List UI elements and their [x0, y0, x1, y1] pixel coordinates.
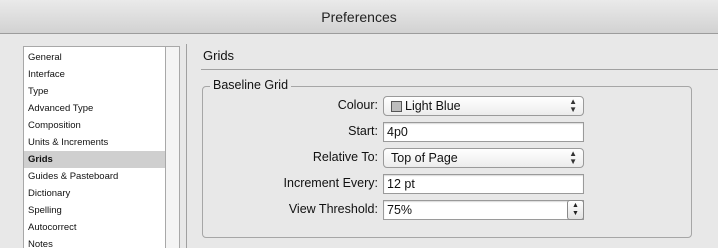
window-title: Preferences [321, 8, 397, 25]
relative-to-select[interactable]: Top of Page ▲ ▼ [383, 148, 584, 168]
start-field[interactable]: 4p0 [383, 122, 584, 142]
chevron-up-icon: ▲ [572, 202, 579, 209]
chevron-down-icon: ▼ [572, 210, 579, 217]
sidebar-item-general[interactable]: General [24, 49, 165, 66]
chevron-updown-icon: ▲ ▼ [569, 97, 577, 114]
view-threshold-label: View Threshold: [288, 202, 378, 216]
increment-every-label: Increment Every: [283, 176, 378, 190]
sidebar-item-dictionary[interactable]: Dictionary [24, 185, 165, 202]
section-title: Grids [203, 48, 235, 63]
sidebar-scrollbar[interactable] [166, 46, 180, 248]
colour-value: Light Blue [405, 99, 461, 113]
sidebar-item-notes[interactable]: Notes [24, 236, 165, 248]
start-label: Start: [348, 124, 378, 138]
view-threshold-field[interactable]: 75% [383, 200, 584, 220]
relative-to-value: Top of Page [391, 151, 458, 165]
sidebar-item-grids[interactable]: Grids [24, 151, 165, 168]
view-threshold-stepper[interactable]: ▲ ▼ [567, 200, 584, 220]
section-divider [201, 69, 718, 70]
sidebar-item-advanced-type[interactable]: Advanced Type [24, 100, 165, 117]
pane-divider[interactable] [186, 44, 187, 248]
sidebar-item-guides-pasteboard[interactable]: Guides & Pasteboard [24, 168, 165, 185]
title-bar: Preferences [0, 0, 718, 34]
sidebar-item-type[interactable]: Type [24, 83, 165, 100]
colour-select[interactable]: Light Blue ▲ ▼ [383, 96, 584, 116]
increment-every-field[interactable]: 12 pt [383, 174, 584, 194]
chevron-updown-icon: ▲ ▼ [569, 149, 577, 166]
colour-label: Colour: [337, 98, 378, 112]
relative-to-label: Relative To: [312, 150, 378, 164]
preferences-sidebar: General Interface Type Advanced Type Com… [23, 46, 166, 248]
sidebar-item-composition[interactable]: Composition [24, 117, 165, 134]
group-title: Baseline Grid [210, 78, 292, 92]
sidebar-item-autocorrect[interactable]: Autocorrect [24, 219, 165, 236]
sidebar-item-units-increments[interactable]: Units & Increments [24, 134, 165, 151]
sidebar-item-interface[interactable]: Interface [24, 66, 165, 83]
sidebar-item-spelling[interactable]: Spelling [24, 202, 165, 219]
colour-swatch [391, 100, 402, 112]
